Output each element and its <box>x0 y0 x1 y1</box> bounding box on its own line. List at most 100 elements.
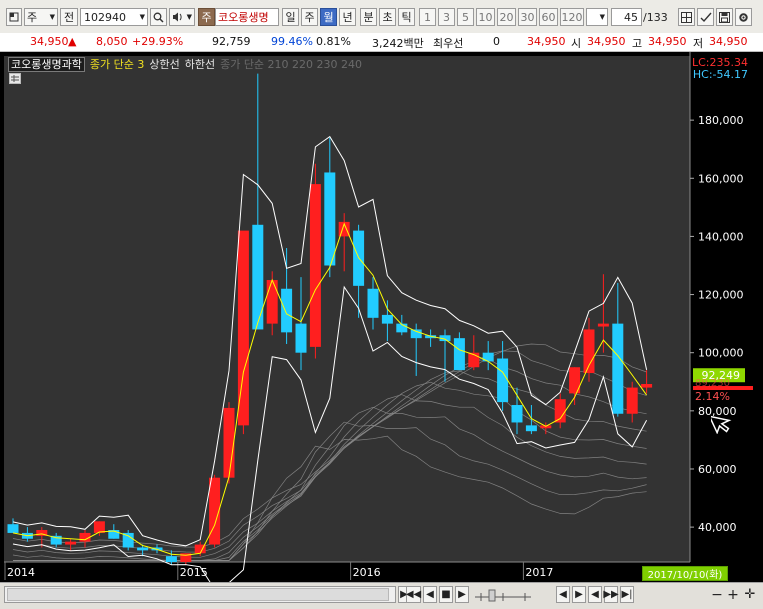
candle-body <box>453 338 465 371</box>
grid-icon[interactable] <box>678 8 695 26</box>
candle-body <box>122 532 134 548</box>
scrollbar-thumb[interactable] <box>7 588 389 601</box>
interval-3-button[interactable]: 3 <box>438 8 455 26</box>
x-tick-label: 2014 <box>7 566 35 579</box>
candle-body <box>626 387 638 414</box>
zoom-slider[interactable] <box>473 587 533 603</box>
chart-scrollbar[interactable] <box>4 586 396 603</box>
price-marker-label: 89,230 <box>695 378 730 389</box>
search-icon[interactable] <box>150 8 167 26</box>
candle-body <box>93 521 105 533</box>
fit-icon[interactable]: ▶| <box>620 586 634 603</box>
indicator-settings-icon[interactable] <box>9 73 21 84</box>
candle-body <box>281 288 293 333</box>
preferred-label: 최우선 <box>433 37 464 50</box>
stock-code-value: 102940 <box>84 10 126 24</box>
stop-icon[interactable]: ■ <box>439 586 453 603</box>
legend-stock-name: 코오롱생명과학 <box>8 57 85 72</box>
low-label: 저 <box>693 37 704 50</box>
plot-area <box>4 56 690 562</box>
candle-body <box>252 224 264 330</box>
zoom-out-icon[interactable]: − <box>710 586 724 603</box>
play-icon[interactable]: ▶ <box>455 586 469 603</box>
quote-bar: 34,950 ▲ 8,050 +29.93% 92,759 99.46% 0.8… <box>0 33 763 52</box>
candle-body <box>367 288 379 318</box>
jump-end-icon[interactable]: ▶▶ <box>603 586 619 603</box>
zoom-in-icon[interactable]: + <box>726 586 740 603</box>
high-label: 고 <box>632 37 643 50</box>
interval-30-button[interactable]: 30 <box>518 8 537 26</box>
period-type-label: 주 <box>27 11 38 24</box>
price-change-percent: +29.93% <box>132 35 184 48</box>
prev-button[interactable]: 전 <box>60 8 78 26</box>
volume-value: 92,759 <box>212 35 251 48</box>
x-tick-label: 2016 <box>353 566 381 579</box>
interval-60-button[interactable]: 60 <box>539 8 558 26</box>
chevron-down-icon: ▼ <box>139 13 145 21</box>
interval-5-button[interactable]: 5 <box>457 8 474 26</box>
interval-10-button[interactable]: 10 <box>476 8 495 26</box>
period-week-button[interactable]: 주 <box>301 8 318 26</box>
y-tick-label: 140,000 <box>698 230 744 243</box>
page-current-input[interactable]: 45 <box>611 8 642 26</box>
custom-interval-select[interactable]: ▼ <box>586 8 608 26</box>
gear-icon[interactable] <box>735 8 752 26</box>
interval-20-button[interactable]: 20 <box>497 8 516 26</box>
y-tick-label: 60,000 <box>698 463 737 476</box>
y-tick-label: 40,000 <box>698 521 737 534</box>
candle-body <box>309 184 321 347</box>
save-icon[interactable] <box>716 8 733 26</box>
current-price: 34,950 <box>30 35 69 48</box>
expand-icon[interactable] <box>6 8 22 26</box>
open-value: 34,950 <box>587 35 626 48</box>
rewind-icon[interactable]: ◀◀ <box>406 586 421 603</box>
candle-body <box>511 405 523 423</box>
low-value: 34,950 <box>709 35 748 48</box>
legend-lower-band: 하한선 <box>184 58 216 71</box>
legend-upper-band: 상한선 <box>149 58 180 71</box>
legend-ma: 종가 단순 3 <box>89 58 145 71</box>
turnover-rate: 0.81% <box>316 35 351 48</box>
bottom-bar: ▶ ◀◀ ◀ ■ ▶ ◀ ▶ ◀ ▶▶ ▶| 2017/10/10(화) − +… <box>0 566 763 609</box>
interval-120-button[interactable]: 120 <box>560 8 584 26</box>
candle-body <box>237 230 249 426</box>
candle-body <box>137 547 149 551</box>
stock-name-field[interactable]: 코오롱생명 <box>215 8 279 26</box>
y-tick-label: 120,000 <box>698 289 744 302</box>
sound-icon[interactable]: ▼ <box>169 8 195 26</box>
period-month-button[interactable]: 월 <box>320 8 337 26</box>
interval-minute-button[interactable]: 분 <box>360 8 377 26</box>
candle-body <box>381 314 393 324</box>
candle-body <box>165 556 177 562</box>
date-badge: 2017/10/10(화) <box>642 566 728 581</box>
chart-legend: 코오롱생명과학 종가 단순 3 상한선 하한선 종가 단순 210 220 230 24… <box>8 56 367 72</box>
stock-code-input[interactable]: 102940 ▼ <box>80 8 148 26</box>
interval-1-button[interactable]: 1 <box>419 8 436 26</box>
candle-body <box>410 329 422 339</box>
check-chart-icon[interactable] <box>697 8 714 26</box>
interval-second-button[interactable]: 초 <box>379 8 396 26</box>
period-day-button[interactable]: 일 <box>282 8 299 26</box>
period-type-select[interactable]: 주 ▼ <box>24 8 58 26</box>
next-candle-icon[interactable]: ▶ <box>572 586 586 603</box>
price-change: 8,050 <box>96 35 128 48</box>
chart-area[interactable]: 40,000 60,000 80,000 100,000 120,000 140,000 1… <box>0 52 763 582</box>
y-tick-label: 100,000 <box>698 347 744 360</box>
candle-body <box>295 323 307 353</box>
candle-body <box>324 172 336 266</box>
candle-body <box>7 524 19 533</box>
stock-type-badge: 주 <box>198 8 215 26</box>
candle-body <box>597 323 609 327</box>
step-back-icon[interactable]: ◀ <box>423 586 437 603</box>
prev-candle-icon[interactable]: ◀ <box>556 586 570 603</box>
hc-value: HC:-54.17 <box>692 68 748 81</box>
mouse-cursor-icon <box>708 410 733 437</box>
price-pct-label: 2.14% <box>695 390 730 403</box>
interval-tick-button[interactable]: 틱 <box>398 8 415 26</box>
period-year-button[interactable]: 년 <box>339 8 356 26</box>
candle-body <box>65 541 77 545</box>
move-icon[interactable]: ✛ <box>743 586 757 603</box>
scroll-left-icon[interactable]: ◀ <box>588 586 602 603</box>
price-chart[interactable]: 40,00060,00080,000100,000120,000140,0001… <box>0 52 763 582</box>
open-label: 시 <box>571 37 582 50</box>
